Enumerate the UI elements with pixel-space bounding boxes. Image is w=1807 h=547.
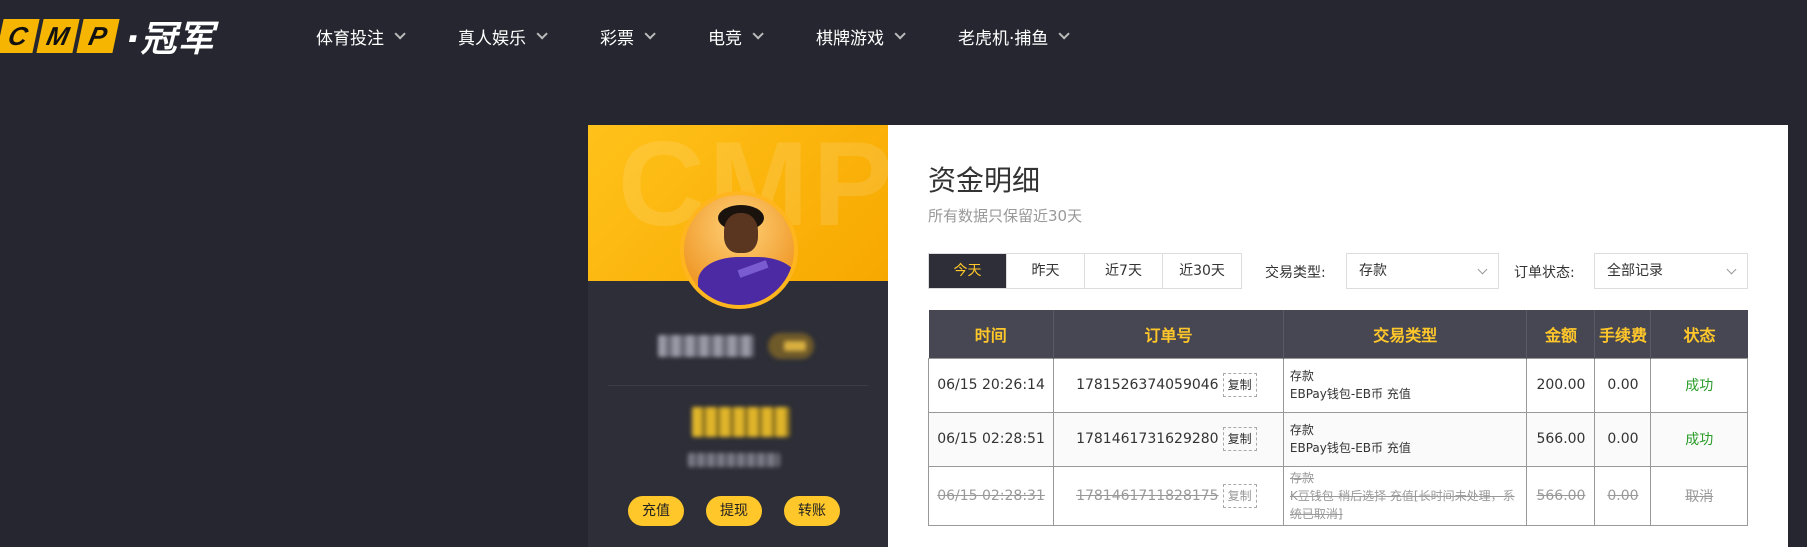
cell-time: 06/15 02:28:31: [927, 465, 1055, 526]
column-header-fee: 手续费: [1594, 310, 1652, 358]
copy-button[interactable]: 复制: [1222, 483, 1257, 508]
nav-item-card-games[interactable]: 棋牌游戏: [816, 22, 906, 50]
logo-letter: C: [0, 19, 40, 53]
nav-item-label: 彩票: [600, 28, 634, 49]
cell-type: 存款 EBPay钱包-EB币 充值: [1282, 357, 1528, 413]
logo-letter: P: [76, 19, 120, 53]
cell-fee: 0.00: [1594, 357, 1652, 413]
cell-amount: 566.00: [1526, 411, 1596, 467]
nav-item-esports[interactable]: 电竞: [708, 22, 764, 50]
avatar-head: [724, 213, 758, 253]
chevron-down-icon: [894, 28, 906, 40]
logo-text: ·冠军: [126, 19, 215, 60]
cell-amount: 566.00: [1526, 465, 1596, 526]
table-row: 06/15 02:28:31 1781461711828175 复制 存款 K豆钱包…: [927, 465, 1748, 526]
page-subtitle: 所有数据只保留近30天: [928, 207, 1083, 225]
column-header-time: 时间: [928, 310, 1055, 358]
chevron-down-icon: [1477, 264, 1488, 275]
logo[interactable]: C M P ·冠军: [0, 18, 215, 60]
cell-fee: 0.00: [1594, 465, 1652, 526]
tab-last-30-days[interactable]: 近30天: [1163, 254, 1241, 288]
column-header-amount: 金额: [1526, 310, 1596, 358]
profile-divider: [608, 385, 868, 386]
copy-button[interactable]: 复制: [1222, 427, 1257, 451]
cell-type: 存款 EBPay钱包-EB币 充值: [1282, 411, 1528, 467]
logo-letter: M: [36, 19, 80, 53]
cell-fee: 0.00: [1594, 411, 1652, 467]
avatar[interactable]: [680, 191, 798, 309]
status-badge: 成功: [1650, 411, 1748, 467]
type-name: 存款: [1289, 369, 1314, 383]
records-table: 时间 订单号 交易类型 金额 手续费 状态 06/15 20:26:14 178…: [927, 310, 1748, 526]
type-detail: K豆钱包-稍后选择 充值[长时间未处理，系统已取消]: [1289, 488, 1515, 521]
cell-time: 06/15 20:26:14: [927, 357, 1055, 413]
column-header-type: 交易类型: [1283, 310, 1528, 358]
nav-item-label: 体育投注: [316, 28, 384, 49]
type-detail: EBPay钱包-EB币 充值: [1289, 387, 1411, 401]
cell-order: 1781526374059046 复制: [1053, 357, 1284, 413]
nav-item-live-casino[interactable]: 真人娱乐: [458, 22, 548, 50]
tab-last-7-days[interactable]: 近7天: [1085, 254, 1163, 288]
cell-order: 1781461711828175 复制: [1053, 465, 1284, 526]
type-name: 存款: [1289, 423, 1314, 437]
transaction-type-select[interactable]: 存款: [1346, 253, 1499, 289]
cell-order: 1781461731629280 复制: [1053, 411, 1284, 467]
order-status-label: 订单状态:: [1514, 265, 1575, 281]
profile-panel: CMP 充值 提现 转账: [588, 125, 888, 547]
chevron-down-icon: [1726, 264, 1737, 275]
chevron-down-icon: [394, 28, 406, 40]
transaction-type-label: 交易类型:: [1265, 265, 1326, 281]
deposit-button[interactable]: 充值: [628, 496, 684, 526]
order-number[interactable]: 1781461711828175: [1076, 488, 1219, 504]
avatar-body: [698, 257, 794, 305]
transfer-button[interactable]: 转账: [784, 496, 840, 526]
column-header-order: 订单号: [1053, 310, 1284, 358]
chevron-down-icon: [752, 28, 764, 40]
chevron-down-icon: [536, 28, 548, 40]
tab-today[interactable]: 今天: [929, 254, 1007, 288]
copy-button[interactable]: 复制: [1222, 373, 1257, 397]
username-blurred: [658, 335, 754, 357]
date-range-tabs: 今天 昨天 近7天 近30天: [928, 253, 1242, 289]
main-nav: 体育投注 真人娱乐 彩票 电竞 棋牌游戏 老虎机·捕鱼: [316, 22, 1122, 50]
order-number[interactable]: 1781526374059046: [1076, 377, 1219, 393]
chevron-down-icon: [644, 28, 656, 40]
table-header-row: 时间 订单号 交易类型 金额 手续费 状态: [928, 310, 1748, 358]
nav-item-label: 真人娱乐: [458, 28, 526, 49]
table-row: 06/15 20:26:14 1781526374059046 复制 存款 EBPa…: [927, 357, 1748, 413]
top-bar: C M P ·冠军 体育投注 真人娱乐 彩票 电竞 棋牌游戏 老虎机·捕鱼: [0, 0, 1807, 75]
cell-type: 存款 K豆钱包-稍后选择 充值[长时间未处理，系统已取消]: [1282, 465, 1528, 526]
transaction-type-value: 存款: [1359, 263, 1387, 279]
cell-amount: 200.00: [1526, 357, 1596, 413]
withdraw-button[interactable]: 提现: [706, 496, 762, 526]
balance-blurred: [692, 407, 790, 437]
order-status-value: 全部记录: [1607, 263, 1663, 279]
page-title: 资金明细: [928, 164, 1041, 197]
nav-item-slots-fishing[interactable]: 老虎机·捕鱼: [958, 22, 1071, 50]
nav-item-label: 电竞: [708, 28, 742, 49]
nav-item-sports[interactable]: 体育投注: [316, 22, 406, 50]
cell-time: 06/15 02:28:51: [927, 411, 1055, 467]
balance-caption-blurred: [688, 453, 780, 467]
tab-yesterday[interactable]: 昨天: [1007, 254, 1085, 288]
vip-badge-inner-blurred: [784, 341, 806, 351]
chevron-down-icon: [1058, 28, 1071, 40]
order-number[interactable]: 1781461731629280: [1076, 431, 1219, 447]
status-badge: 取消: [1650, 465, 1748, 526]
nav-item-lottery[interactable]: 彩票: [600, 22, 656, 50]
column-header-status: 状态: [1650, 310, 1748, 358]
table-row: 06/15 02:28:51 1781461731629280 复制 存款 EBPa…: [927, 411, 1748, 467]
fund-details-panel: 资金明细 所有数据只保留近30天 今天 昨天 近7天 近30天 交易类型: 存款…: [888, 125, 1788, 547]
nav-item-label: 棋牌游戏: [816, 28, 884, 49]
logo-letters: C M P: [0, 19, 120, 53]
type-detail: EBPay钱包-EB币 充值: [1289, 441, 1411, 455]
nav-item-label: 老虎机·捕鱼: [958, 28, 1049, 49]
status-badge: 成功: [1650, 357, 1748, 413]
type-name: 存款: [1289, 470, 1314, 485]
order-status-select[interactable]: 全部记录: [1594, 253, 1748, 289]
